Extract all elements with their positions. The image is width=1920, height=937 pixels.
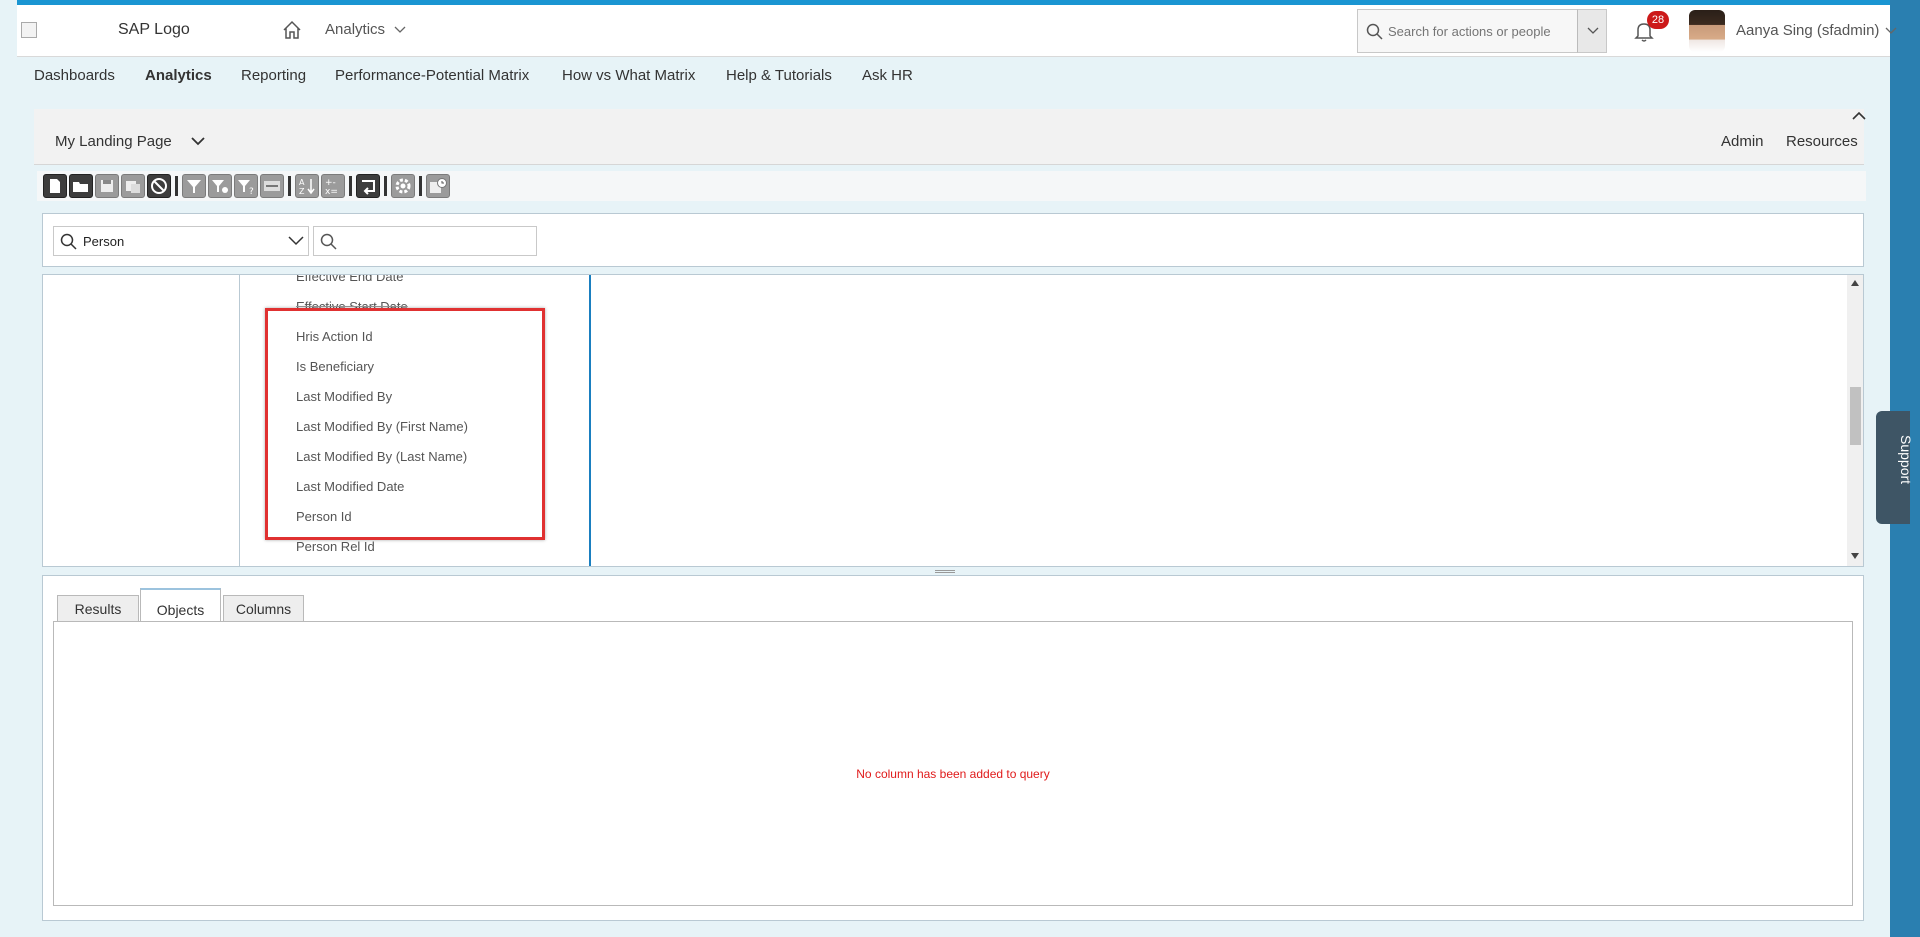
field-list: Effective End Date Effective Start Date …: [240, 275, 589, 566]
data-source-value: Person: [83, 234, 125, 249]
chevron-down-icon[interactable]: [394, 25, 406, 35]
vertical-scrollbar[interactable]: [1847, 275, 1863, 566]
scroll-up-icon[interactable]: [1851, 280, 1859, 286]
field-item[interactable]: Last Modified By (Last Name): [296, 449, 467, 464]
field-picker: Effective End Date Effective Start Date …: [42, 274, 1864, 567]
toolbar-separator: [384, 176, 387, 196]
search-icon: [320, 233, 337, 250]
gear-icon[interactable]: [391, 174, 415, 198]
results-panel: Results Objects Columns No column has be…: [42, 575, 1864, 921]
sap-logo[interactable]: SAP Logo: [118, 21, 190, 39]
field-item[interactable]: Person Id: [296, 509, 352, 524]
user-menu[interactable]: Aanya Sing (sfadmin): [1736, 22, 1879, 39]
search-input[interactable]: [1388, 20, 1568, 42]
chevron-down-icon: [1587, 27, 1599, 34]
scroll-down-icon[interactable]: [1851, 553, 1859, 559]
field-item[interactable]: Person Rel Id: [296, 539, 375, 554]
tab-results[interactable]: Results: [57, 595, 139, 621]
field-item[interactable]: Hris Action Id: [296, 329, 373, 344]
svg-text:x=: x=: [325, 187, 338, 197]
nav-item-how-vs-what-matrix[interactable]: How vs What Matrix: [562, 67, 695, 84]
top-navigation: Dashboards Analytics Reporting Performan…: [17, 57, 1890, 99]
chevron-down-icon[interactable]: [1885, 27, 1897, 35]
schedule-report-icon[interactable]: [426, 174, 450, 198]
search-icon: [60, 233, 77, 250]
nav-item-analytics[interactable]: Analytics: [145, 67, 212, 84]
field-item[interactable]: Last Modified By (First Name): [296, 419, 468, 434]
nav-item-performance-potential-matrix[interactable]: Performance-Potential Matrix: [335, 67, 529, 84]
broken-logo-image-icon: [21, 22, 37, 38]
search-icon: [1366, 23, 1383, 40]
new-document-icon[interactable]: [43, 174, 67, 198]
toolbar-separator: [419, 176, 422, 196]
notification-badge: 28: [1647, 11, 1669, 29]
data-source-select[interactable]: Person: [53, 226, 309, 256]
query-panel: Person: [42, 213, 1864, 267]
landing-page-bar: My Landing Page Admin Resources: [34, 109, 1867, 165]
field-item[interactable]: Effective End Date: [296, 275, 403, 284]
resize-splitter[interactable]: [935, 570, 955, 573]
field-item[interactable]: Is Beneficiary: [296, 359, 374, 374]
nav-item-reporting[interactable]: Reporting: [241, 67, 306, 84]
global-search[interactable]: [1357, 9, 1589, 53]
field-item[interactable]: Effective Start Date: [296, 299, 408, 314]
panel-divider[interactable]: [589, 275, 591, 566]
svg-text:?: ?: [249, 187, 254, 197]
landing-page-selector[interactable]: My Landing Page: [55, 133, 172, 150]
module-switcher[interactable]: Analytics: [325, 21, 385, 38]
save-icon[interactable]: [95, 174, 119, 198]
report-toolbar: ? AZ +- x=: [37, 171, 1866, 201]
left-edge: [0, 0, 17, 937]
cancel-icon[interactable]: [147, 174, 171, 198]
tab-columns[interactable]: Columns: [223, 595, 304, 621]
scroll-thumb[interactable]: [1850, 387, 1861, 445]
calculation-icon[interactable]: +- x=: [321, 174, 345, 198]
toolbar-separator: [288, 176, 291, 196]
support-label: Support: [1898, 435, 1914, 485]
open-folder-icon[interactable]: [69, 174, 93, 198]
chevron-up-icon[interactable]: [1851, 109, 1867, 121]
svg-text:A: A: [299, 178, 305, 187]
filter-help-icon[interactable]: ?: [234, 174, 258, 198]
chevron-down-icon: [288, 236, 304, 246]
sql-icon[interactable]: [260, 174, 284, 198]
nav-item-dashboards[interactable]: Dashboards: [34, 67, 115, 84]
empty-state-message: No column has been added to query: [856, 767, 1050, 781]
filter-icon[interactable]: [182, 174, 206, 198]
field-search-input[interactable]: [313, 226, 537, 256]
admin-link[interactable]: Admin: [1721, 133, 1764, 150]
svg-text:Z: Z: [299, 187, 305, 196]
search-scope-dropdown[interactable]: [1577, 9, 1607, 53]
support-button[interactable]: Support: [1876, 411, 1914, 524]
field-item[interactable]: Last Modified Date: [296, 479, 404, 494]
sort-icon[interactable]: AZ: [295, 174, 319, 198]
save-as-icon[interactable]: [121, 174, 145, 198]
home-icon[interactable]: [281, 19, 303, 41]
tab-objects[interactable]: Objects: [140, 588, 221, 621]
resources-link[interactable]: Resources: [1786, 133, 1858, 150]
results-body: No column has been added to query: [53, 621, 1853, 906]
filter-settings-icon[interactable]: [208, 174, 232, 198]
chevron-down-icon[interactable]: [191, 137, 205, 146]
field-item[interactable]: Last Modified By: [296, 389, 392, 404]
shell-header: SAP Logo Analytics 28 Aanya Sing (sfadmi…: [17, 5, 1897, 57]
toolbar-separator: [175, 176, 178, 196]
avatar[interactable]: [1689, 10, 1725, 52]
category-tree: [43, 275, 240, 566]
nav-item-ask-hr[interactable]: Ask HR: [862, 67, 913, 84]
nav-item-help-tutorials[interactable]: Help & Tutorials: [726, 67, 832, 84]
refresh-icon[interactable]: [356, 174, 380, 198]
toolbar-separator: [349, 176, 352, 196]
